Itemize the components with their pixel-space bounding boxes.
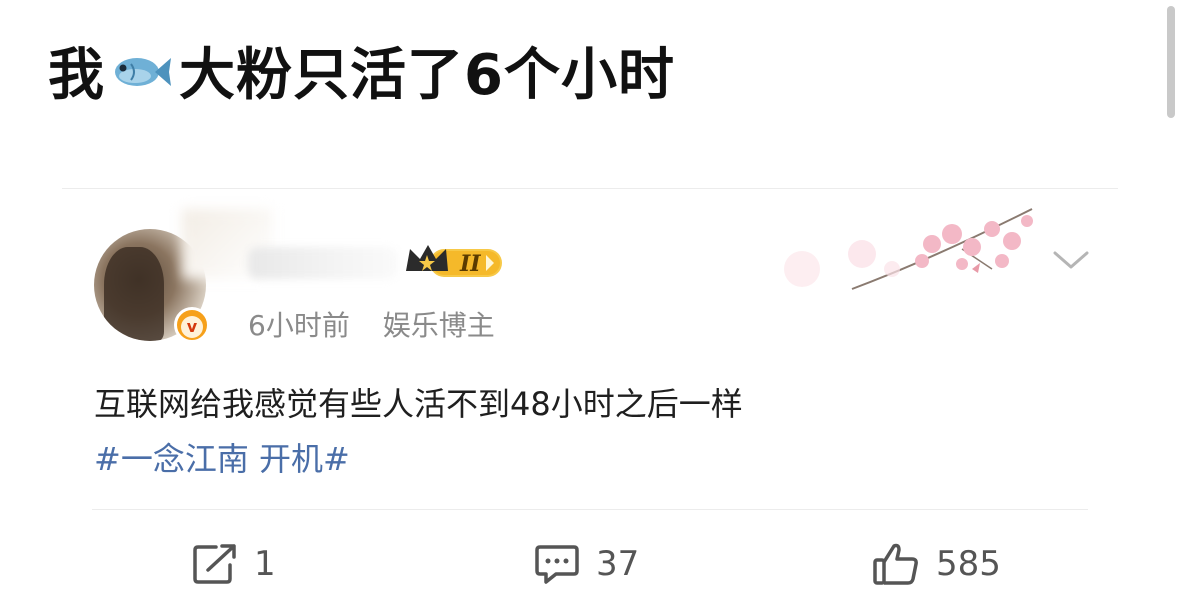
repost-button[interactable]: 1 bbox=[192, 539, 276, 589]
post-card[interactable]: v II 6小时前 娱乐博主 互联网给我感觉有些人活不到48小时之后一样 #一念… bbox=[62, 189, 1118, 600]
fish-icon bbox=[115, 58, 171, 86]
verified-v-icon: v bbox=[174, 307, 210, 343]
post-timestamp: 6小时前 bbox=[248, 309, 350, 342]
repost-count: 1 bbox=[254, 544, 276, 584]
author-name-redacted[interactable] bbox=[248, 247, 398, 279]
like-button[interactable]: 585 bbox=[872, 539, 1001, 589]
vip-crown-badge: II bbox=[406, 245, 502, 277]
scrollbar[interactable] bbox=[1167, 6, 1175, 118]
post-meta: 6小时前 娱乐博主 bbox=[248, 304, 519, 344]
hashtag-link[interactable]: #一念江南 开机# bbox=[94, 434, 350, 480]
headline-text-start: 我 bbox=[48, 42, 105, 108]
like-count: 585 bbox=[936, 544, 1001, 584]
author-type: 娱乐博主 bbox=[382, 309, 495, 342]
post-body: 互联网给我感觉有些人活不到48小时之后一样 bbox=[94, 385, 743, 423]
comment-button[interactable]: 37 bbox=[534, 539, 639, 589]
comment-count: 37 bbox=[596, 544, 640, 584]
divider bbox=[92, 509, 1088, 510]
cherry-blossom-decoration bbox=[784, 208, 1033, 290]
vip-level-text: II bbox=[459, 251, 481, 277]
share-icon bbox=[193, 544, 236, 584]
comment-icon bbox=[535, 545, 579, 584]
post-headline: 我 大粉只活了6个小时 bbox=[48, 30, 675, 110]
headline-text-end: 大粉只活了6个小时 bbox=[179, 42, 675, 108]
chevron-down-icon[interactable] bbox=[1052, 249, 1090, 271]
thumbs-up-icon bbox=[873, 543, 918, 585]
